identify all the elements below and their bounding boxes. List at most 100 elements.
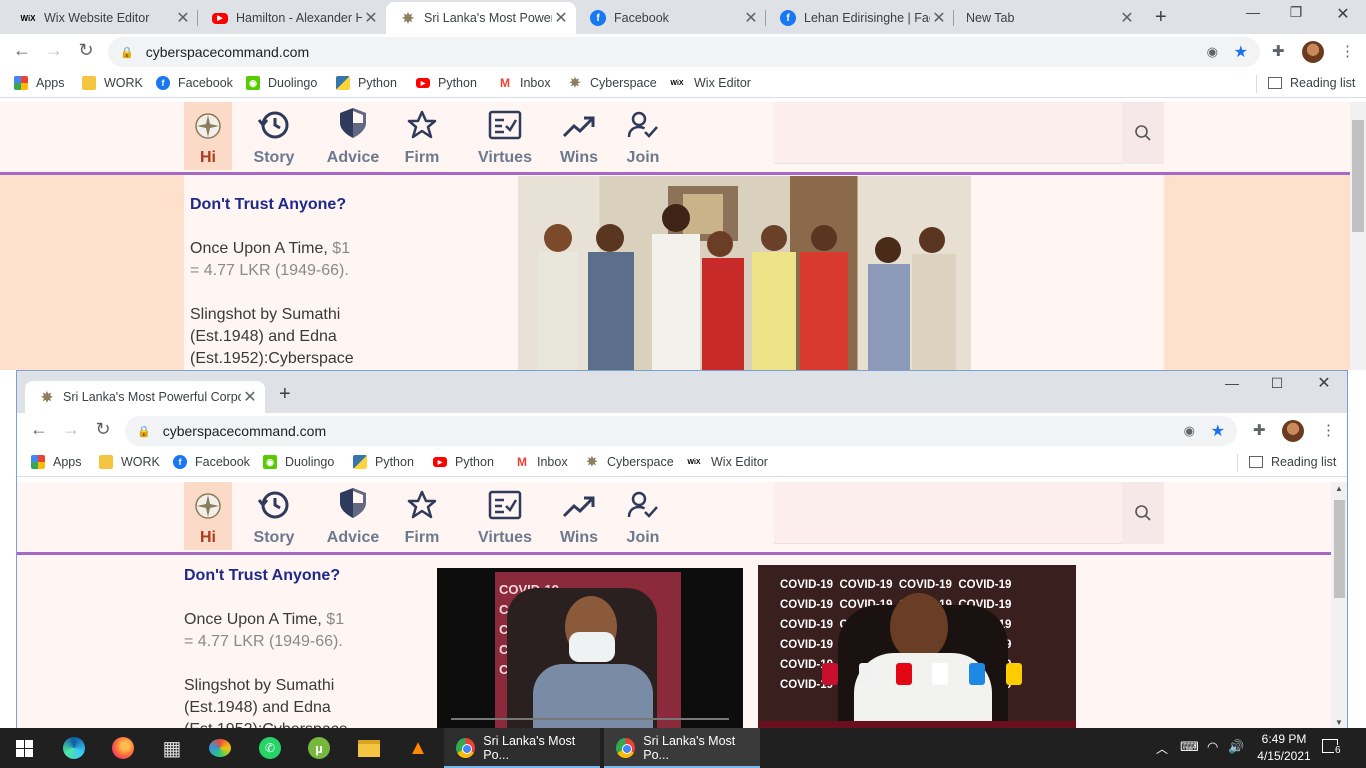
extensions-icon[interactable]: ✚ [1272,42,1285,60]
bookmark-wix-editor[interactable]: WiX Wix Editor [668,76,751,90]
bookmark-python[interactable]: Python [336,76,397,90]
edge-icon[interactable] [62,736,86,760]
utorrent-icon[interactable]: µ [307,736,331,760]
system-clock[interactable]: 6:49 PM 4/15/2021 [1254,731,1314,765]
maximize-button[interactable]: ❐ [1273,4,1319,21]
close-icon[interactable]: ✕ [930,8,948,28]
video-progress-bar[interactable] [451,718,729,720]
nav-item-wins[interactable]: Wins [554,482,604,550]
bookmark-facebook[interactable]: f Facebook [156,76,233,90]
bookmark-inbox[interactable]: M Inbox [498,76,551,90]
whatsapp-icon[interactable]: ✆ [258,736,282,760]
bookmark-cyberspace[interactable]: ✵ Cyberspace [568,75,657,90]
vlc-icon[interactable]: ▲ [406,736,430,760]
forward-icon[interactable]: → [42,40,66,61]
page-scrollbar[interactable] [1350,102,1366,370]
nav-item-story[interactable]: Story [246,482,302,550]
nav-item-advice[interactable]: Advice [316,482,390,550]
bookmark-apps[interactable]: Apps [31,455,82,469]
reload-icon[interactable]: ↻ [74,40,98,61]
close-icon[interactable]: ✕ [742,8,760,28]
show-hidden-icons-chevron-icon[interactable]: ︿ [1156,740,1168,768]
calculator-icon[interactable]: ▦ [160,736,184,760]
firefox-icon[interactable] [111,736,135,760]
nav-item-firm[interactable]: Firm [398,102,446,170]
nav-item-join[interactable]: Join [618,102,668,170]
bookmark-wix-editor[interactable]: WiX Wix Editor [685,455,768,469]
volume-icon[interactable]: 🔊 [1228,739,1244,768]
avatar[interactable] [1302,41,1324,63]
bookmark-work[interactable]: WORK [82,76,143,90]
bookmark-duolingo[interactable]: ◉ Duolingo [246,76,317,90]
page-scrollbar[interactable]: ▲ ▼ [1331,482,1347,729]
bookmark-work[interactable]: WORK [99,455,160,469]
back-icon[interactable]: ← [10,40,34,61]
nav-item-hi[interactable]: Hi [184,102,232,170]
close-icon[interactable]: ✕ [241,387,259,407]
site-search-input[interactable] [774,102,1164,164]
scrollbar-thumb[interactable] [1352,120,1364,232]
paint-icon[interactable] [208,736,232,760]
windows-start-icon[interactable] [12,736,36,760]
bookmark-facebook[interactable]: f Facebook [173,455,250,469]
tab-new-tab[interactable]: New Tab ✕ [952,2,1142,34]
minimize-button[interactable]: — [1209,375,1255,391]
close-icon[interactable]: ✕ [552,8,570,28]
taskbar-chrome-window-1[interactable]: Sri Lanka's Most Po... [444,728,600,768]
reading-list-button[interactable]: Reading list [1249,455,1336,469]
menu-icon[interactable]: ⋮ [1321,421,1336,439]
taskbar-chrome-window-2[interactable]: Sri Lanka's Most Po... [604,728,760,768]
new-tab-button[interactable]: + [1155,6,1167,29]
avatar[interactable] [1282,420,1304,442]
search-icon[interactable] [1122,482,1164,544]
file-explorer-icon[interactable] [357,736,381,760]
scroll-up-icon[interactable]: ▲ [1335,484,1343,493]
close-window-button[interactable]: ✕ [1301,373,1347,393]
address-bar[interactable]: 🔒 cyberspacecommand.com ◉ ★ [108,37,1260,67]
reload-icon[interactable]: ↻ [91,419,115,440]
close-icon[interactable]: ✕ [1118,8,1136,28]
address-bar[interactable]: 🔒 cyberspacecommand.com ◉ ★ [125,416,1237,446]
site-search-input[interactable] [774,482,1164,544]
bookmark-cyberspace[interactable]: ✵ Cyberspace [585,454,674,469]
keyboard-language-icon[interactable]: ⌨ [1180,739,1199,768]
tab-wix-editor[interactable]: WiX Wix Website Editor ✕ [6,2,198,34]
bookmark-apps[interactable]: Apps [14,76,65,90]
notification-center-icon[interactable]: 6 [1322,737,1348,759]
bookmark-star-icon[interactable]: ★ [1211,421,1225,441]
scrollbar-thumb[interactable] [1334,500,1345,598]
tab-facebook[interactable]: f Facebook ✕ [576,2,766,34]
bookmark-duolingo[interactable]: ◉ Duolingo [263,455,334,469]
search-icon[interactable] [1122,102,1164,164]
scroll-down-icon[interactable]: ▼ [1335,718,1343,727]
bookmark-python-youtube[interactable]: ▶ Python [433,455,494,469]
extensions-icon[interactable]: ✚ [1253,421,1266,439]
back-icon[interactable]: ← [27,419,51,440]
tab-hamilton[interactable]: ▶ Hamilton - Alexander H ✕ [198,2,386,34]
tab-sri-lanka-secondary[interactable]: ✵ Sri Lanka's Most Powerful Corpor ✕ [25,381,265,413]
nav-item-hi[interactable]: Hi [184,482,232,550]
bookmark-inbox[interactable]: M Inbox [515,455,568,469]
nav-item-advice[interactable]: Advice [316,102,390,170]
reading-list-button[interactable]: Reading list [1268,76,1355,90]
forward-icon[interactable]: → [59,419,83,440]
video-player-1[interactable]: COVID-19 COVID-19 COVID-19 COVID-19 COVI… [437,568,743,729]
nav-item-wins[interactable]: Wins [554,102,604,170]
close-icon[interactable]: ✕ [362,8,380,28]
eye-off-icon[interactable]: ◉ [1207,44,1218,60]
bookmark-python[interactable]: Python [353,455,414,469]
wifi-icon[interactable]: ◠ [1207,739,1218,768]
nav-item-story[interactable]: Story [246,102,302,170]
nav-item-join[interactable]: Join [618,482,668,550]
close-icon[interactable]: ✕ [174,8,192,28]
minimize-button[interactable]: — [1230,4,1276,20]
close-window-button[interactable]: ✕ [1320,4,1366,24]
tab-lehan[interactable]: f Lehan Edirisinghe | Face ✕ [766,2,954,34]
bookmark-python-youtube[interactable]: ▶ Python [416,76,477,90]
video-player-2[interactable]: COVID-19 COVID-19 COVID-19 COVID-19 COVI… [758,565,1076,729]
bookmark-star-icon[interactable]: ★ [1234,42,1248,62]
nav-item-virtues[interactable]: Virtues [470,482,540,550]
new-tab-button[interactable]: + [279,383,291,406]
maximize-button[interactable]: ☐ [1254,375,1300,392]
menu-icon[interactable]: ⋮ [1340,42,1355,60]
